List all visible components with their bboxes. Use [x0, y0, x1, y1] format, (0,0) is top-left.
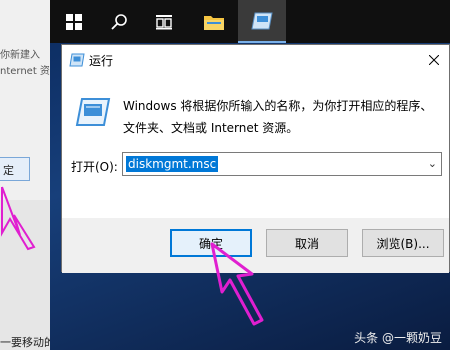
cancel-button[interactable]: 取消 [266, 229, 348, 257]
file-explorer-button[interactable] [190, 0, 238, 43]
folder-icon [204, 15, 224, 30]
background-bottom-text: 一要移动的 [0, 336, 55, 349]
run-app-icon [251, 12, 273, 29]
start-button[interactable] [50, 0, 98, 43]
dialog-title: 运行 [89, 54, 114, 68]
dialog-content: Windows 将根据你所输入的名称，为你打开相应的程序、 文件夹、文档或 In… [62, 75, 449, 218]
cursor-arrow-icon [210, 242, 264, 326]
open-input-value[interactable]: diskmgmt.msc [126, 156, 219, 172]
run-taskbar-button[interactable] [238, 0, 286, 43]
background-ok-label: 定 [3, 164, 14, 177]
background-text-line2: nternet 资 [0, 66, 50, 77]
background-ok-button[interactable]: 定 [0, 157, 30, 181]
close-icon [429, 55, 439, 65]
background-window: 你新建入 nternet 资 定 一要移动的 [0, 0, 55, 350]
chevron-down-icon[interactable]: ⌄ [428, 157, 437, 170]
search-button[interactable] [95, 0, 143, 43]
watermark-text: 头条 @一颗奶豆 [354, 331, 442, 345]
task-view-icon [156, 14, 172, 29]
background-text-line1: 你新建入 [0, 50, 40, 61]
description-line2: 文件夹、文档或 Internet 资源。 [123, 121, 299, 135]
open-label: 打开(O): [71, 160, 118, 174]
browse-button[interactable]: 浏览(B)... [362, 229, 444, 257]
close-button[interactable] [419, 45, 449, 75]
search-icon [111, 13, 127, 30]
run-program-icon [75, 98, 111, 126]
windows-logo-icon [66, 13, 82, 30]
run-title-icon [69, 53, 85, 67]
dialog-titlebar[interactable]: 运行 [62, 45, 449, 75]
open-combobox[interactable]: diskmgmt.msc ⌄ [122, 152, 442, 176]
description-line1: Windows 将根据你所输入的名称，为你打开相应的程序、 [123, 99, 433, 113]
task-view-button[interactable] [140, 0, 188, 43]
taskbar [50, 0, 450, 43]
background-cursor-arrow-icon [0, 186, 36, 251]
run-dialog: 运行 Windows 将根据你所输入的名称，为你打开相应的程序、 文件夹、文档或… [61, 44, 450, 273]
